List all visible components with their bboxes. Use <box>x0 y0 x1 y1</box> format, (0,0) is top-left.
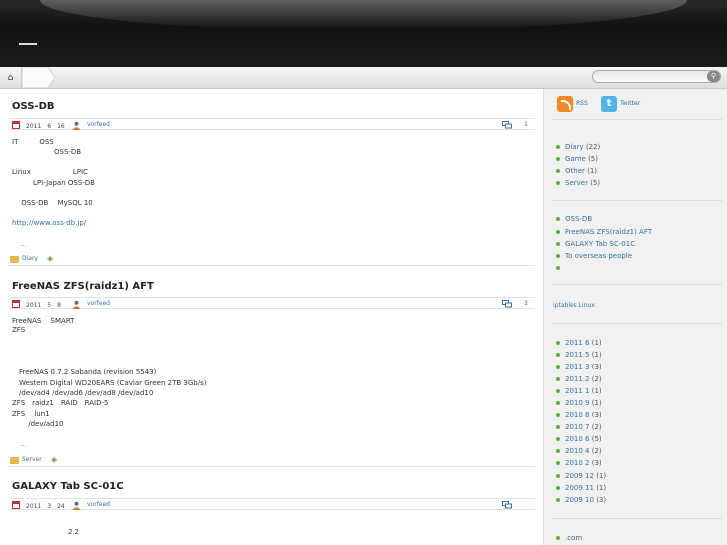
post-text: LPI-Japan OSS-DB <box>12 179 95 187</box>
post-title[interactable]: FreeNAS ZFS(raidz1) AFT <box>12 281 154 292</box>
calendar-icon <box>12 300 20 308</box>
post-text: Linux LPIC <box>12 168 88 176</box>
read-more[interactable]: … <box>20 440 27 448</box>
sidebar-divider <box>552 119 722 120</box>
recent-post-item[interactable]: GALAXY Tab SC-01C <box>556 240 635 248</box>
twitter-link[interactable]: Twitter <box>620 100 640 107</box>
post-title[interactable]: GALAXY Tab SC-01C <box>12 481 124 492</box>
tag-icon: ◈ <box>47 254 54 263</box>
comment-icon[interactable] <box>502 300 512 308</box>
archive-item[interactable]: 2011 6 (1) <box>556 339 602 347</box>
post-text: OSS-DB <box>12 148 82 156</box>
comment-icon[interactable] <box>502 501 512 509</box>
site-logo[interactable] <box>19 43 37 45</box>
category-item[interactable]: Diary (22) <box>556 143 600 151</box>
sidebar-divider <box>552 200 722 201</box>
post-footer: Server ◈ <box>8 455 535 467</box>
archive-item[interactable]: 2010 9 (1) <box>556 399 602 407</box>
post-date: 2011 6 16 <box>26 123 65 130</box>
archive-item[interactable]: 2010 6 (5) <box>556 435 602 443</box>
site-header <box>0 0 727 67</box>
recent-post-item[interactable]: FreeNAS ZFS(raidz1) AFT <box>556 228 652 236</box>
archive-item[interactable]: 2009 11 (1) <box>556 484 606 492</box>
archive-item[interactable]: 2011 2 (2) <box>556 375 602 383</box>
user-icon <box>72 300 81 309</box>
recent-post-item[interactable]: OSS-DB <box>556 215 592 223</box>
comment-icon[interactable] <box>502 121 512 129</box>
recent-post-item[interactable]: To overseas people <box>556 252 632 260</box>
sidebar-divider <box>552 284 722 285</box>
post-meta: 2011 6 16 vorfeed 1 <box>10 118 535 130</box>
post-title[interactable]: OSS-DB <box>12 101 55 112</box>
sidebar-link[interactable]: .com <box>556 534 582 542</box>
post-text: ZFS <box>12 326 26 334</box>
post-text: IT OSS <box>12 138 54 146</box>
category-item[interactable]: Other (1) <box>556 167 597 175</box>
comment-count[interactable]: 3 <box>524 300 528 307</box>
header-shine <box>40 0 687 30</box>
rss-link[interactable]: RSS <box>576 100 588 107</box>
comment-count[interactable]: 1 <box>524 121 528 128</box>
post-text: 2.2 <box>12 528 80 536</box>
archive-item[interactable]: 2011 3 (3) <box>556 363 602 371</box>
post-footer: Diary ◈ <box>8 254 535 266</box>
post-text: /dev/ad10 <box>12 420 64 428</box>
post-category[interactable]: Diary <box>22 255 38 262</box>
post-category[interactable]: Server <box>22 456 42 463</box>
category-item[interactable]: Server (5) <box>556 179 600 187</box>
home-icon[interactable]: ⌂ <box>0 67 22 88</box>
post-author[interactable]: vorfeed <box>87 121 110 128</box>
folder-icon <box>10 457 19 464</box>
category-item[interactable]: Game (5) <box>556 155 598 163</box>
twitter-icon[interactable]: t <box>601 96 617 112</box>
read-more[interactable]: … <box>20 240 27 248</box>
post-link[interactable]: http://www.oss-db.jp/ <box>12 219 86 227</box>
post-text: FreeNAS 0.7.2 Sabanda (revision 5543) <box>12 368 157 376</box>
post-text: OSS-DB MySQL 10 <box>12 199 93 207</box>
post-author[interactable]: vorfeed <box>87 300 110 307</box>
archive-item[interactable]: 2009 10 (3) <box>556 496 606 504</box>
post-date: 2011 5 8 <box>26 302 61 309</box>
sidebar-link[interactable]: iptables Linux <box>553 302 595 309</box>
post-text: FreeNAS SMART <box>12 317 75 325</box>
breadcrumb-separator <box>21 66 56 89</box>
archive-item[interactable]: 2010 2 (3) <box>556 459 602 467</box>
calendar-icon <box>12 501 20 509</box>
post-text: ZFS lun1 <box>12 410 50 418</box>
archive-item[interactable]: 2009 12 (1) <box>556 472 606 480</box>
calendar-icon <box>12 121 20 129</box>
sidebar-divider <box>552 518 722 519</box>
folder-icon <box>10 256 19 263</box>
post-date: 2011 3 24 <box>26 503 65 510</box>
tag-icon: ◈ <box>51 455 58 464</box>
post-text: ZFS raidz1 RAID RAID-5 <box>12 399 109 407</box>
post-meta: 2011 5 8 vorfeed 3 <box>10 297 535 309</box>
search-input[interactable] <box>592 70 721 83</box>
search-icon[interactable]: ⚲ <box>707 71 720 82</box>
post-meta: 2011 3 24 vorfeed <box>10 498 535 510</box>
archive-item[interactable]: 2010 8 (3) <box>556 411 602 419</box>
post-text: /dev/ad4 /dev/ad6 /dev/ad8 /dev/ad10 <box>12 389 154 397</box>
main-content <box>0 89 543 545</box>
post-text: Western Digital WD20EARS (Caviar Green 2… <box>12 379 207 387</box>
sidebar-divider <box>552 323 722 324</box>
post-author[interactable]: vorfeed <box>87 501 110 508</box>
user-icon <box>72 121 81 130</box>
rss-icon[interactable] <box>557 96 573 112</box>
recent-post-item[interactable] <box>556 264 565 272</box>
archive-item[interactable]: 2010 7 (2) <box>556 423 602 431</box>
archive-item[interactable]: 2010 4 (2) <box>556 447 602 455</box>
user-icon <box>72 501 81 510</box>
archive-item[interactable]: 2011 1 (1) <box>556 387 602 395</box>
archive-item[interactable]: 2011 5 (1) <box>556 351 602 359</box>
